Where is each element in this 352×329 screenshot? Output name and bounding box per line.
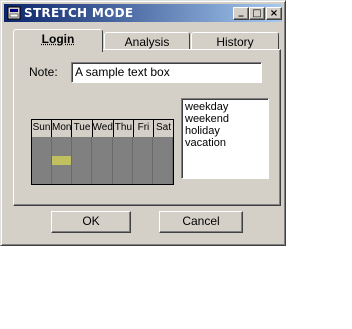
tab-history-label: History xyxy=(216,35,254,49)
tab-login[interactable]: Login xyxy=(13,29,103,52)
calendar-day-fri: Fri xyxy=(134,120,154,137)
calendar-day-sat: Sat xyxy=(155,122,171,133)
list-item[interactable]: weekend xyxy=(185,113,265,125)
cancel-button[interactable]: Cancel xyxy=(159,211,243,233)
title-bar[interactable]: STRETCH MODE _ □ × xyxy=(4,4,282,22)
calendar-day-mon: Mon xyxy=(52,120,73,137)
ok-button[interactable]: OK xyxy=(51,211,131,233)
close-button[interactable]: × xyxy=(266,7,282,20)
note-label: Note: xyxy=(29,65,58,79)
tab-analysis-label: Analysis xyxy=(124,35,170,49)
list-item[interactable]: holiday xyxy=(185,125,265,137)
list-item[interactable]: weekday xyxy=(185,101,265,113)
calendar-day-thu: Thu xyxy=(114,120,134,137)
minimize-icon: _ xyxy=(238,5,244,17)
calendar[interactable]: Sun Mon Tue Wed Thu Fri Sat xyxy=(31,119,174,185)
maximize-button[interactable]: □ xyxy=(249,7,265,20)
note-text-input[interactable]: A sample text box xyxy=(71,62,262,83)
minimize-button[interactable]: _ xyxy=(233,5,249,20)
calendar-day-wed: Wed xyxy=(93,120,114,137)
list-item[interactable]: vacation xyxy=(185,137,265,149)
cancel-button-label: Cancel xyxy=(182,214,220,228)
close-icon: × xyxy=(269,7,279,19)
calendar-day-header: Sun Mon Tue Wed Thu Fri Sat xyxy=(32,120,173,137)
app-icon xyxy=(7,6,21,20)
calendar-today-cell[interactable] xyxy=(52,155,73,166)
window-title: STRETCH MODE xyxy=(24,6,134,20)
ok-button-label: OK xyxy=(82,214,100,228)
dialog-window: STRETCH MODE _ □ × Login Analysis Histor… xyxy=(0,0,286,246)
tab-login-label: Login xyxy=(41,32,75,46)
day-type-listbox[interactable]: weekday weekend holiday vacation xyxy=(181,98,269,179)
calendar-day-tue: Tue xyxy=(72,120,93,137)
maximize-icon: □ xyxy=(252,7,262,19)
calendar-date-grid[interactable] xyxy=(32,137,173,184)
calendar-day-sun: Sun xyxy=(32,120,53,137)
